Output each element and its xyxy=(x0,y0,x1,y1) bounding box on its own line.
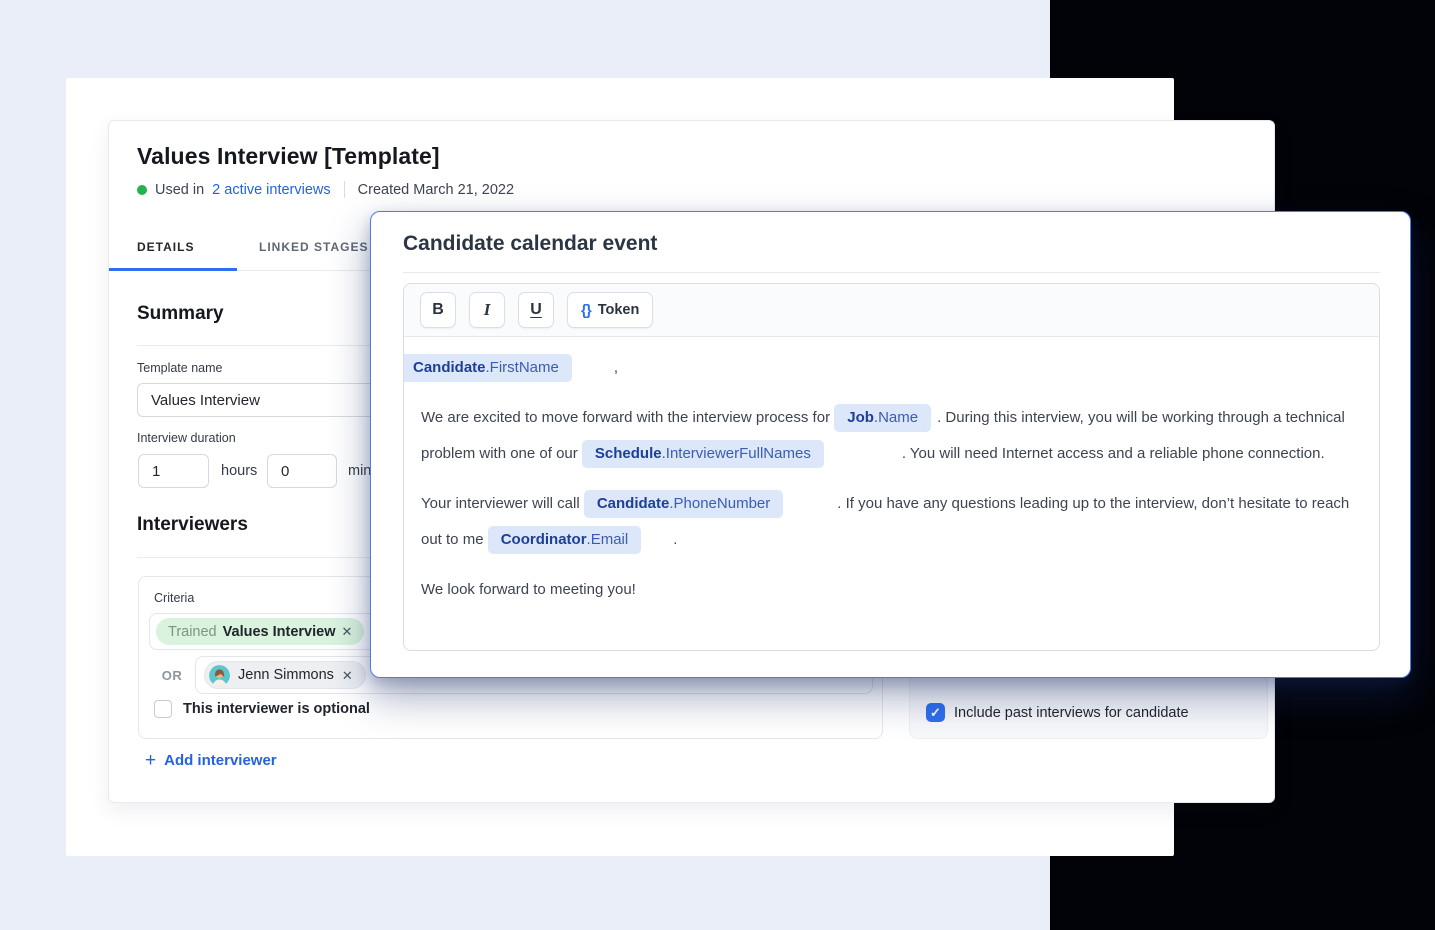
modal-title-divider xyxy=(403,272,1380,273)
active-status-dot xyxy=(137,185,147,195)
criteria-label: Criteria xyxy=(154,591,194,605)
merge-token[interactable]: Schedule.InterviewerFullNames xyxy=(582,440,824,468)
merge-token[interactable]: Job.Name xyxy=(834,404,931,432)
status-row: Used in 2 active interviews Created Marc… xyxy=(137,181,514,198)
rich-text-editor: B I U {} Token Candidate.FirstName, We ar… xyxy=(403,283,1380,651)
editor-toolbar: B I U {} Token xyxy=(404,284,1379,337)
merge-token[interactable]: Coordinator.Email xyxy=(488,526,642,554)
plus-icon: + xyxy=(145,751,156,770)
meta-divider xyxy=(344,181,345,198)
include-past-label: Include past interviews for candidate xyxy=(954,705,1189,721)
hours-unit-label: hours xyxy=(221,463,257,479)
template-name-label: Template name xyxy=(137,361,222,375)
include-past-row: ✓ Include past interviews for candidate xyxy=(926,703,1189,722)
insert-token-button[interactable]: {} Token xyxy=(567,292,653,328)
optional-interviewer-label: This interviewer is optional xyxy=(183,701,370,717)
candidate-calendar-event-modal: Candidate calendar event B I U {} Token … xyxy=(370,211,1411,678)
editor-content[interactable]: Candidate.FirstName, We are excited to mo… xyxy=(404,337,1379,608)
editor-paragraph: Your interviewer will call Candidate.Pho… xyxy=(421,486,1362,558)
check-icon: ✓ xyxy=(930,705,941,721)
token-button-label: Token xyxy=(598,302,640,318)
interview-duration-label: Interview duration xyxy=(137,431,236,445)
merge-token[interactable]: Candidate.FirstName xyxy=(403,354,572,382)
trained-prefix-label: Trained xyxy=(168,624,217,640)
used-in-label: Used in xyxy=(155,182,204,198)
remove-trained-chip-icon[interactable]: ✕ xyxy=(341,625,352,638)
duration-hours-input[interactable] xyxy=(138,454,209,488)
active-interviews-link[interactable]: 2 active interviews xyxy=(212,182,330,198)
interviewers-heading: Interviewers xyxy=(137,514,248,536)
tab-linked-stages-label: LINKED STAGES xyxy=(259,240,368,254)
include-past-checkbox[interactable]: ✓ xyxy=(926,703,945,722)
remove-person-chip-icon[interactable]: ✕ xyxy=(342,669,353,682)
page-title: Values Interview [Template] xyxy=(137,143,440,170)
merge-token[interactable]: Candidate.PhoneNumber xyxy=(584,490,783,518)
tab-linked-stages[interactable]: LINKED STAGES xyxy=(259,224,368,270)
braces-icon: {} xyxy=(581,302,591,319)
duration-minutes-input[interactable] xyxy=(267,454,337,488)
add-interviewer-button[interactable]: + Add interviewer xyxy=(145,751,277,770)
editor-paragraph: Candidate.FirstName, xyxy=(421,350,1362,386)
or-label: OR xyxy=(149,668,195,683)
underline-button[interactable]: U xyxy=(518,292,554,328)
summary-heading: Summary xyxy=(137,303,224,325)
add-interviewer-label: Add interviewer xyxy=(164,752,277,769)
created-label: Created March 21, 2022 xyxy=(358,182,514,198)
avatar xyxy=(209,665,230,686)
optional-interviewer-checkbox[interactable] xyxy=(154,700,172,718)
bold-button[interactable]: B xyxy=(420,292,456,328)
person-chip[interactable]: Jenn Simmons ✕ xyxy=(204,661,366,689)
trained-value-label: Values Interview xyxy=(223,624,336,640)
tab-details-label: DETAILS xyxy=(137,240,194,254)
trained-criteria-chip[interactable]: Trained Values Interview ✕ xyxy=(156,618,364,645)
italic-button[interactable]: I xyxy=(469,292,505,328)
optional-interviewer-row: This interviewer is optional xyxy=(154,700,370,718)
modal-title: Candidate calendar event xyxy=(403,232,657,256)
tab-details[interactable]: DETAILS xyxy=(137,224,194,270)
editor-paragraph: We are excited to move forward with the … xyxy=(421,400,1362,472)
person-name-label: Jenn Simmons xyxy=(238,667,334,683)
editor-paragraph: We look forward to meeting you! xyxy=(421,572,1362,608)
active-tab-indicator xyxy=(109,268,237,271)
